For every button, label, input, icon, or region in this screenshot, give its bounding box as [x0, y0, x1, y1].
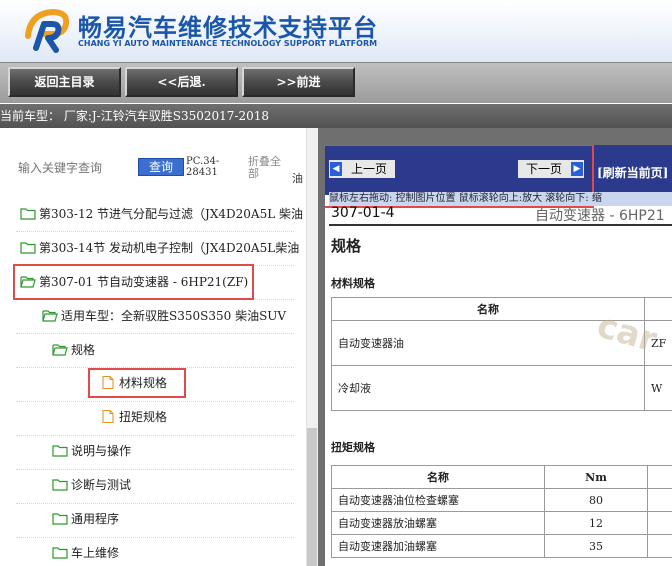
material-name-cell: 冷却液 — [331, 365, 645, 411]
material-spec-title: 材料规格 — [331, 277, 375, 290]
tree-item-label: 扭矩规格 — [119, 410, 168, 424]
tree-item-label: 第303-14节 发动机电子控制（JX4D20A5L柴油 — [39, 241, 300, 255]
document-viewer: ◀ 上一页 下一页 ▶ [刷新当前页] 鼠标左右拖动: 控制图片位置 鼠标滚轮向… — [325, 145, 672, 566]
table-header-cell: 名称 — [331, 465, 545, 489]
torque-name-cell: 自动变速器油位检查螺塞 — [331, 488, 545, 512]
tree-item-307-01[interactable]: 第307-01 节自动变速器 - 6HP21(ZF) — [20, 270, 306, 294]
tree-item-label: 说明与操作 — [71, 444, 132, 458]
torque-nm-cell: 80 — [544, 488, 648, 512]
search-input[interactable] — [16, 158, 132, 178]
tree-item-material-spec[interactable]: 材料规格 — [100, 371, 306, 395]
app-subtitle: CHANG YI AUTO MAINTENANCE TECHNOLOGY SUP… — [78, 39, 378, 48]
document-icon — [102, 376, 114, 389]
back-button[interactable]: <<后退. — [125, 67, 238, 97]
tree-item-applicable-model[interactable]: 适用车型：全新驭胜S350S350 柴油SUV — [42, 304, 306, 328]
tree-item-torque-spec[interactable]: 扭矩规格 — [100, 405, 306, 429]
table-header-row: 名称 Nm — [331, 465, 672, 489]
tree-item-303-14[interactable]: 第303-14节 发动机电子控制（JX4D20A5L柴油 — [20, 236, 306, 260]
material-value-cell: W — [644, 365, 672, 411]
table-header-cell — [647, 465, 672, 489]
table-header-cell — [644, 297, 672, 321]
table-cell — [647, 511, 672, 535]
truncated-text: 油 — [292, 172, 303, 185]
torque-name-cell: 自动变速器放油螺塞 — [331, 511, 545, 535]
table-header-cell: 名称 — [331, 297, 645, 321]
folder-open-icon — [52, 344, 68, 356]
tree-item-in-vehicle-repair[interactable]: 车上维修 — [52, 541, 306, 565]
tree-scrollbar-thumb[interactable] — [307, 428, 317, 566]
tree-item-303-12[interactable]: 第303-12 节进气分配与过滤（JX4D20A5L 柴油 — [20, 202, 306, 226]
torque-name-cell: 自动变速器加油螺塞 — [331, 534, 545, 558]
table-cell — [647, 488, 672, 512]
torque-spec-table: 名称 Nm 自动变速器油位检查螺塞 80 自动变速器放油螺塞 12 自动变速器加… — [331, 465, 672, 558]
tree-item-diagnosis-testing[interactable]: 诊断与测试 — [52, 473, 306, 497]
torque-nm-cell: 12 — [544, 511, 648, 535]
folder-icon — [20, 242, 36, 254]
document-divider — [329, 224, 672, 226]
search-button[interactable]: 查询 — [138, 158, 184, 176]
table-row: 冷却液 W — [331, 365, 672, 411]
document-icon — [102, 410, 114, 423]
section-title: 规格 — [331, 237, 362, 255]
tree-item-label: 材料规格 — [119, 376, 168, 390]
folder-icon — [52, 547, 68, 559]
tree-item-label: 第303-12 节进气分配与过滤（JX4D20A5L 柴油 — [39, 207, 304, 221]
table-row: 自动变速器加油螺塞 35 — [331, 534, 672, 558]
tree-item-general-procedures[interactable]: 通用程序 — [52, 507, 306, 531]
folder-icon — [52, 479, 68, 491]
app-header: 畅易汽车维修技术支持平台 CHANG YI AUTO MAINTENANCE T… — [0, 0, 672, 62]
forward-button[interactable]: >>前进 — [242, 67, 355, 97]
tree-item-description-operation[interactable]: 说明与操作 — [52, 439, 306, 463]
home-button[interactable]: 返回主目录 — [8, 67, 121, 97]
tree-item-label: 车上维修 — [71, 546, 120, 560]
tree-item-label: 适用车型：全新驭胜S350S350 柴油SUV — [61, 309, 287, 323]
mouse-hint-bar: 鼠标左右拖动: 控制图片位置 鼠标滚轮向上:放大 滚轮向下: 缩 — [329, 192, 672, 206]
logo-icon — [25, 8, 70, 53]
tree-item-specifications[interactable]: 规格 — [52, 338, 306, 362]
folder-open-icon — [20, 276, 36, 288]
table-row: 自动变速器放油螺塞 12 — [331, 511, 672, 535]
pc-code-label: PC.34-28431 — [186, 156, 220, 178]
folder-open-icon — [42, 310, 58, 322]
nav-bar: 返回主目录 <<后退. >>前进 — [0, 62, 672, 103]
folder-icon — [52, 445, 68, 457]
tree-panel: 查询 PC.34-28431 折叠全部 油 第303-12 节进气分配与过滤（J… — [0, 128, 318, 566]
table-cell — [647, 534, 672, 558]
app-title: 畅易汽车维修技术支持平台 — [78, 14, 378, 42]
document-model: 自动变速器 - 6HP21 — [535, 208, 665, 224]
document-code: 307-01-4 — [331, 205, 395, 221]
tree-item-label: 诊断与测试 — [71, 478, 132, 492]
table-row: 自动变速器油位检查螺塞 80 — [331, 488, 672, 512]
folder-icon — [52, 513, 68, 525]
torque-spec-title: 扭矩规格 — [331, 441, 375, 454]
tree-item-label: 规格 — [71, 343, 96, 357]
tree-item-label: 第307-01 节自动变速器 - 6HP21(ZF) — [39, 275, 249, 289]
current-vehicle-bar: 当前车型： 厂家:J-江铃汽车驭胜S3502017-2018 — [0, 104, 672, 128]
torque-nm-cell: 35 — [544, 534, 648, 558]
table-header-cell: Nm — [544, 465, 648, 489]
tree-item-label: 通用程序 — [71, 512, 120, 526]
refresh-page-link[interactable]: [刷新当前页] — [597, 164, 668, 181]
folder-icon — [20, 208, 36, 220]
search-row: 查询 PC.34-28431 折叠全部 油 — [0, 150, 318, 186]
collapse-all-link[interactable]: 折叠全部 — [248, 156, 286, 180]
